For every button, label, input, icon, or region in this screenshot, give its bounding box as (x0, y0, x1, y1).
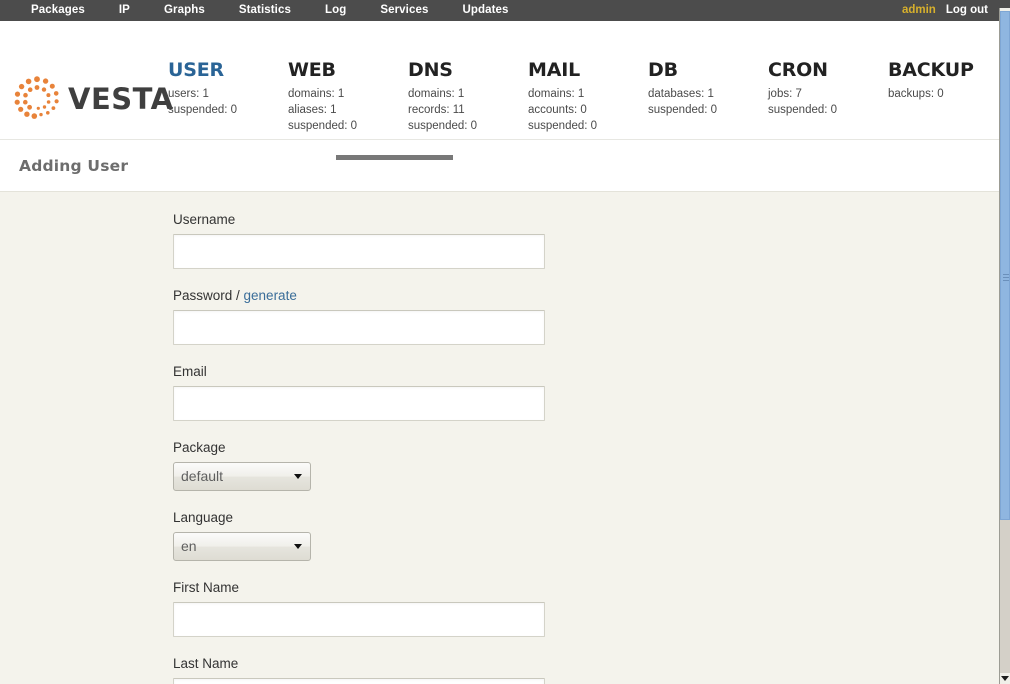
field-username: Username (173, 211, 545, 269)
language-select[interactable]: en (173, 532, 311, 561)
module-stat: suspended: 0 (768, 104, 838, 116)
field-last-name: Last Name (173, 655, 545, 684)
label-language: Language (173, 510, 234, 525)
scrollbar-thumb[interactable] (1000, 11, 1010, 520)
module-stat: domains: 1 (408, 88, 465, 100)
module-stat: suspended: 0 (288, 120, 358, 132)
logout-button[interactable]: Log out (946, 0, 988, 21)
field-language: Language en (173, 509, 545, 561)
field-email: Email (173, 363, 545, 421)
module-stat: suspended: 0 (648, 104, 718, 116)
module-stats-cron: jobs: 7 suspended: 0 (768, 86, 888, 118)
module-stat: suspended: 0 (528, 120, 598, 132)
caret-down-icon (1001, 676, 1009, 681)
language-select-wrapper: en (173, 532, 311, 561)
module-title-cron: CRON (768, 59, 828, 81)
add-user-form: Username Password / generate Email Packa… (173, 211, 545, 684)
top-nav-item-statistics[interactable]: Statistics (222, 0, 308, 21)
top-nav-item-ip[interactable]: IP (102, 0, 147, 21)
label-username: Username (173, 212, 236, 227)
module-nav-item-cron[interactable]: CRON jobs: 7 suspended: 0 (768, 59, 888, 134)
module-stats-backup: backups: 0 (888, 86, 999, 102)
top-nav-links: Packages IP Graphs Statistics Log Servic… (14, 0, 526, 21)
top-nav-item-graphs[interactable]: Graphs (147, 0, 222, 21)
top-nav-item-updates[interactable]: Updates (445, 0, 525, 21)
scroll-down-button[interactable] (1000, 673, 1010, 684)
field-password: Password / generate (173, 287, 545, 345)
module-nav-item-user[interactable]: USER users: 1 suspended: 0 (168, 59, 453, 160)
module-stat: domains: 1 (288, 88, 345, 100)
page-title: Adding User (19, 156, 129, 175)
last-name-input[interactable] (173, 678, 545, 684)
label-first-name: First Name (173, 580, 240, 595)
module-title-user: USER (168, 59, 224, 81)
module-stat: records: 11 (408, 104, 465, 116)
module-nav-item-backup[interactable]: BACKUP backups: 0 (888, 59, 999, 134)
scrollbar-grip-icon (1003, 274, 1009, 281)
username-input[interactable] (173, 234, 545, 269)
field-first-name: First Name (173, 579, 545, 637)
module-stat: jobs: 7 (768, 88, 802, 100)
module-stats-db: databases: 1 suspended: 0 (648, 86, 768, 118)
page-body: Username Password / generate Email Packa… (0, 192, 999, 684)
module-stat: suspended: 0 (168, 104, 238, 116)
top-nav-item-packages[interactable]: Packages (14, 0, 102, 21)
top-navigation-bar: Packages IP Graphs Statistics Log Servic… (0, 0, 999, 21)
vesta-logo-icon (14, 76, 59, 119)
page-viewport: Packages IP Graphs Statistics Log Servic… (0, 0, 999, 684)
module-title-web: WEB (288, 59, 336, 81)
vertical-scrollbar[interactable] (999, 0, 1010, 684)
password-input[interactable] (173, 310, 545, 345)
vesta-logo[interactable]: VESTA (12, 75, 173, 123)
top-nav-item-services[interactable]: Services (363, 0, 445, 21)
module-title-dns: DNS (408, 59, 453, 81)
generate-password-link[interactable]: generate (244, 288, 297, 303)
module-stat: suspended: 0 (408, 120, 478, 132)
module-stats-web: domains: 1 aliases: 1 suspended: 0 (288, 86, 408, 134)
active-module-underline (336, 155, 453, 160)
email-input[interactable] (173, 386, 545, 421)
top-nav-account-area: admin Log out (902, 0, 988, 21)
vesta-logo-text: VESTA (68, 82, 174, 116)
module-title-backup: BACKUP (888, 59, 974, 81)
module-nav-item-mail[interactable]: MAIL domains: 1 accounts: 0 suspended: 0 (528, 59, 648, 134)
scrollbar-top-corner (999, 0, 1010, 8)
label-email: Email (173, 364, 207, 379)
module-header: VESTA USER users: 1 suspended: 0 WEB dom… (0, 21, 999, 160)
module-stat: databases: 1 (648, 88, 714, 100)
module-stats-dns: domains: 1 records: 11 suspended: 0 (408, 86, 528, 134)
module-stat: domains: 1 (528, 88, 585, 100)
field-package: Package default (173, 439, 545, 491)
package-select[interactable]: default (173, 462, 311, 491)
current-user-label[interactable]: admin (902, 0, 936, 21)
first-name-input[interactable] (173, 602, 545, 637)
label-last-name: Last Name (173, 656, 239, 671)
module-nav-item-web[interactable]: WEB domains: 1 aliases: 1 suspended: 0 (288, 59, 408, 134)
browser-page: Packages IP Graphs Statistics Log Servic… (0, 0, 1010, 684)
module-stats-mail: domains: 1 accounts: 0 suspended: 0 (528, 86, 648, 134)
module-stat: backups: 0 (888, 88, 944, 100)
module-stat: aliases: 1 (288, 104, 337, 116)
top-nav-item-log[interactable]: Log (308, 0, 363, 21)
module-stat: accounts: 0 (528, 104, 587, 116)
module-title-db: DB (648, 59, 678, 81)
package-select-wrapper: default (173, 462, 311, 491)
module-stat: users: 1 (168, 88, 209, 100)
module-title-mail: MAIL (528, 59, 580, 81)
page-title-bar: Adding User (0, 140, 999, 192)
module-stats-user: users: 1 suspended: 0 (168, 86, 288, 118)
label-password: Password / generate (173, 287, 545, 310)
module-nav-item-db[interactable]: DB databases: 1 suspended: 0 (648, 59, 768, 134)
module-nav-item-dns[interactable]: DNS domains: 1 records: 11 suspended: 0 (408, 59, 528, 134)
label-package: Package (173, 440, 226, 455)
module-nav: USER users: 1 suspended: 0 WEB domains: … (168, 59, 999, 160)
label-password-text: Password / (173, 288, 244, 303)
